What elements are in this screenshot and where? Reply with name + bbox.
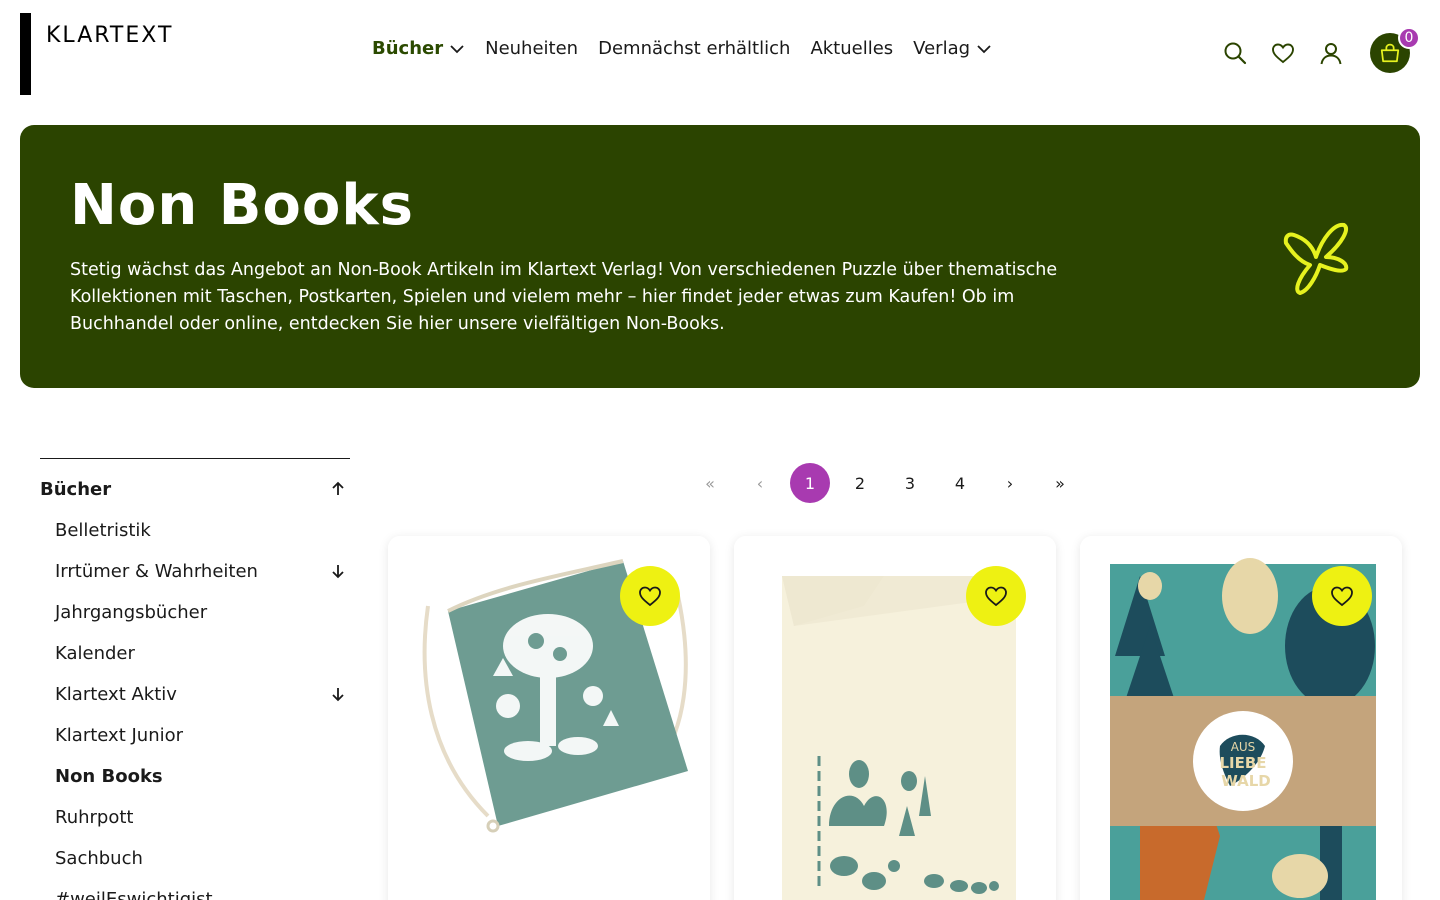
- nav-item-label: Verlag: [913, 38, 971, 59]
- nav-item-neuheiten[interactable]: Neuheiten: [485, 38, 578, 59]
- main-nav: Bücher Neuheiten Demnächst erhältlich Ak…: [372, 38, 992, 59]
- heart-icon: [1272, 43, 1294, 64]
- sidebar-item-label: Klartext Junior: [55, 725, 184, 746]
- page-title: Non Books: [70, 173, 414, 238]
- product-card[interactable]: [734, 536, 1056, 900]
- category-sidebar: Bücher Belletristik Irrtümer & Wahrheite…: [40, 458, 350, 900]
- nav-item-verlag[interactable]: Verlag: [913, 38, 992, 59]
- pagination-first[interactable]: «: [690, 463, 730, 503]
- sidebar-item-label: Klartext Aktiv: [55, 684, 177, 705]
- sparkle-icon: [1283, 222, 1349, 295]
- product-card[interactable]: AUS LIEBE WALD: [1080, 536, 1402, 900]
- nav-item-label: Neuheiten: [485, 38, 579, 59]
- pagination-prev[interactable]: ‹: [740, 463, 780, 503]
- svg-text:AUS: AUS: [1231, 740, 1256, 754]
- sidebar-item-kalender[interactable]: Kalender: [40, 633, 350, 674]
- sidebar-item-jahrgangsbuecher[interactable]: Jahrgangsbücher: [40, 592, 350, 633]
- pagination-page-1[interactable]: 1: [790, 463, 830, 503]
- nav-item-label: Demnächst erhältlich: [598, 38, 791, 59]
- klartext-logo[interactable]: KLARTEXT: [20, 13, 180, 95]
- heart-icon: [985, 586, 1007, 607]
- sidebar-heading-label: Bücher: [40, 479, 112, 500]
- sidebar-item-irrtuemer[interactable]: Irrtümer & Wahrheiten: [40, 551, 350, 592]
- heart-icon: [639, 586, 661, 607]
- sidebar-item-non-books[interactable]: Non Books: [40, 756, 350, 797]
- heart-icon: [1331, 586, 1353, 607]
- nav-item-label: Aktuelles: [810, 38, 894, 59]
- pagination-last[interactable]: »: [1040, 463, 1080, 503]
- sidebar-item-label: Non Books: [55, 766, 163, 787]
- wishlist-button[interactable]: [1270, 40, 1296, 66]
- arrow-down-icon[interactable]: [330, 686, 346, 702]
- arrow-up-icon[interactable]: [330, 481, 346, 497]
- sidebar-item-label: #weilEswichtigist: [55, 889, 213, 900]
- sidebar-item-label: Sachbuch: [55, 848, 143, 869]
- sidebar-item-label: Belletristik: [55, 520, 151, 541]
- svg-text:WALD: WALD: [1221, 772, 1271, 790]
- pagination: « ‹ 1 2 3 4 › »: [690, 463, 1080, 503]
- account-button[interactable]: [1318, 40, 1344, 66]
- sidebar-item-weileswichtigist[interactable]: #weilEswichtigist: [40, 879, 350, 900]
- category-hero: Non Books Stetig wächst das Angebot an N…: [20, 125, 1420, 388]
- user-icon: [1320, 43, 1342, 65]
- svg-text:LIEBE: LIEBE: [1219, 754, 1266, 772]
- favorite-button[interactable]: [1312, 566, 1372, 626]
- pagination-page-2[interactable]: 2: [840, 463, 880, 503]
- chevron-down-icon: [450, 44, 464, 53]
- pagination-next[interactable]: ›: [990, 463, 1030, 503]
- nav-item-demnaechst[interactable]: Demnächst erhältlich: [598, 38, 790, 59]
- pagination-page-4[interactable]: 4: [940, 463, 980, 503]
- favorite-button[interactable]: [620, 566, 680, 626]
- favorite-button[interactable]: [966, 566, 1026, 626]
- header-actions: 0: [1222, 27, 1420, 73]
- category-description: Stetig wächst das Angebot an Non-Book Ar…: [70, 260, 1058, 334]
- arrow-down-icon[interactable]: [330, 563, 346, 579]
- nav-item-label: Bücher: [372, 38, 444, 59]
- cart-button[interactable]: 0: [1370, 27, 1420, 73]
- nav-item-aktuelles[interactable]: Aktuelles: [810, 38, 893, 59]
- sidebar-item-sachbuch[interactable]: Sachbuch: [40, 838, 350, 879]
- sidebar-item-belletristik[interactable]: Belletristik: [40, 510, 350, 551]
- site-header: KLARTEXT Bücher Neuheiten Demnächst erhä…: [0, 0, 1440, 110]
- sidebar-item-klartext-junior[interactable]: Klartext Junior: [40, 715, 350, 756]
- search-button[interactable]: [1222, 40, 1248, 66]
- cart-count-badge: 0: [1398, 27, 1420, 49]
- sidebar-heading-buecher[interactable]: Bücher: [40, 469, 350, 510]
- nav-item-buecher[interactable]: Bücher: [372, 38, 465, 59]
- search-icon: [1224, 42, 1247, 65]
- sidebar-item-label: Irrtümer & Wahrheiten: [55, 561, 258, 582]
- product-card[interactable]: [388, 536, 710, 900]
- logo-bar: [20, 13, 31, 95]
- pagination-page-3[interactable]: 3: [890, 463, 930, 503]
- sidebar-item-klartext-aktiv[interactable]: Klartext Aktiv: [40, 674, 350, 715]
- sidebar-item-ruhrpott[interactable]: Ruhrpott: [40, 797, 350, 838]
- logo-text: KLARTEXT: [46, 23, 174, 48]
- sidebar-divider: [40, 458, 350, 459]
- sidebar-item-label: Ruhrpott: [55, 807, 134, 828]
- sidebar-item-label: Kalender: [55, 643, 135, 664]
- cart-icon: [1380, 43, 1400, 63]
- chevron-down-icon: [977, 44, 991, 53]
- sidebar-item-label: Jahrgangsbücher: [55, 602, 208, 623]
